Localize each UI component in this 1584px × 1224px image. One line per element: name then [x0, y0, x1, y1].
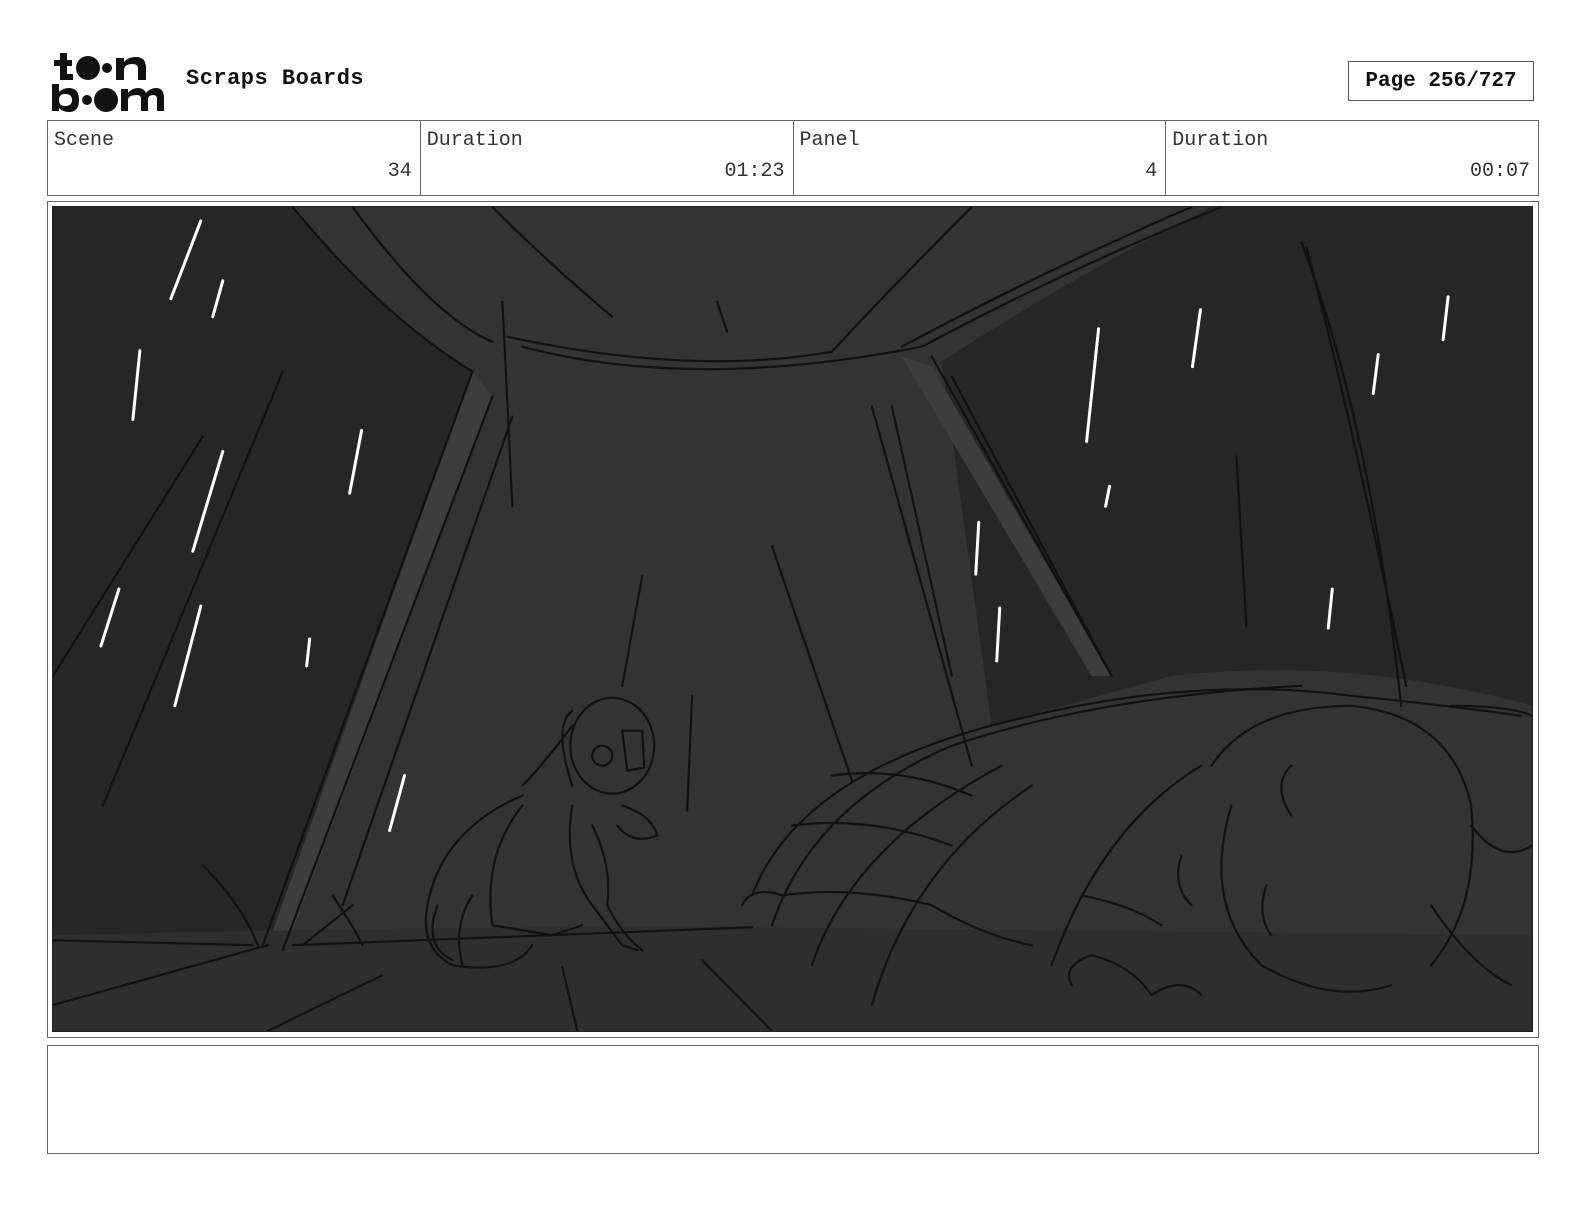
storyboard-panel-image [52, 206, 1533, 1032]
info-row: Scene 34 Duration 01:23 Panel 4 Duration… [47, 120, 1539, 196]
scene-duration-value: 01:23 [724, 160, 785, 183]
panel-duration-value: 00:07 [1469, 160, 1530, 183]
panel-label: Panel [799, 129, 860, 152]
toon-boom-logo [50, 50, 165, 114]
panel-value: 4 [1145, 160, 1158, 183]
panel-frame [47, 201, 1539, 1038]
scene-label: Scene [54, 129, 115, 152]
scene-value: 34 [387, 160, 412, 183]
scene-duration-label: Duration [426, 129, 523, 152]
board-title: Scraps Boards [186, 66, 365, 91]
scene-duration-cell: Duration 01:23 [421, 121, 794, 195]
scene-cell: Scene 34 [48, 121, 421, 195]
storyboard-sketch-icon [53, 207, 1532, 1031]
panel-duration-label: Duration [1172, 129, 1269, 152]
logo-icon [52, 53, 164, 112]
page-number: Page 256/727 [1348, 61, 1534, 101]
panel-cell: Panel 4 [794, 121, 1167, 195]
panel-duration-cell: Duration 00:07 [1166, 121, 1538, 195]
notes-box [47, 1045, 1539, 1154]
